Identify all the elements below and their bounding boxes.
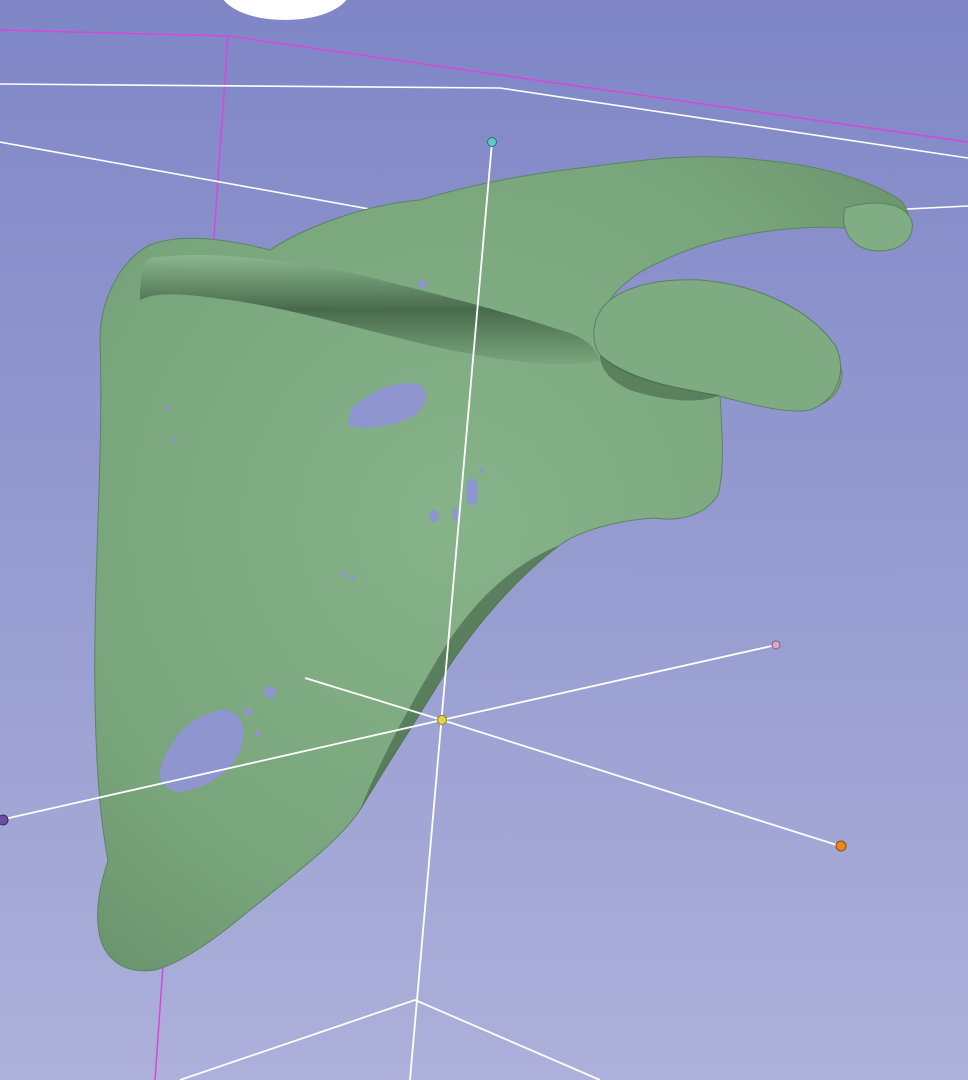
3d-view[interactable]	[0, 0, 968, 1080]
marker-pink[interactable]	[771, 640, 781, 650]
3d-scene[interactable]	[0, 0, 968, 1080]
marker-purple[interactable]	[0, 814, 9, 826]
marker-yellow[interactable]	[437, 715, 447, 725]
marker-orange[interactable]	[835, 840, 847, 852]
marker-cyan[interactable]	[487, 137, 497, 147]
